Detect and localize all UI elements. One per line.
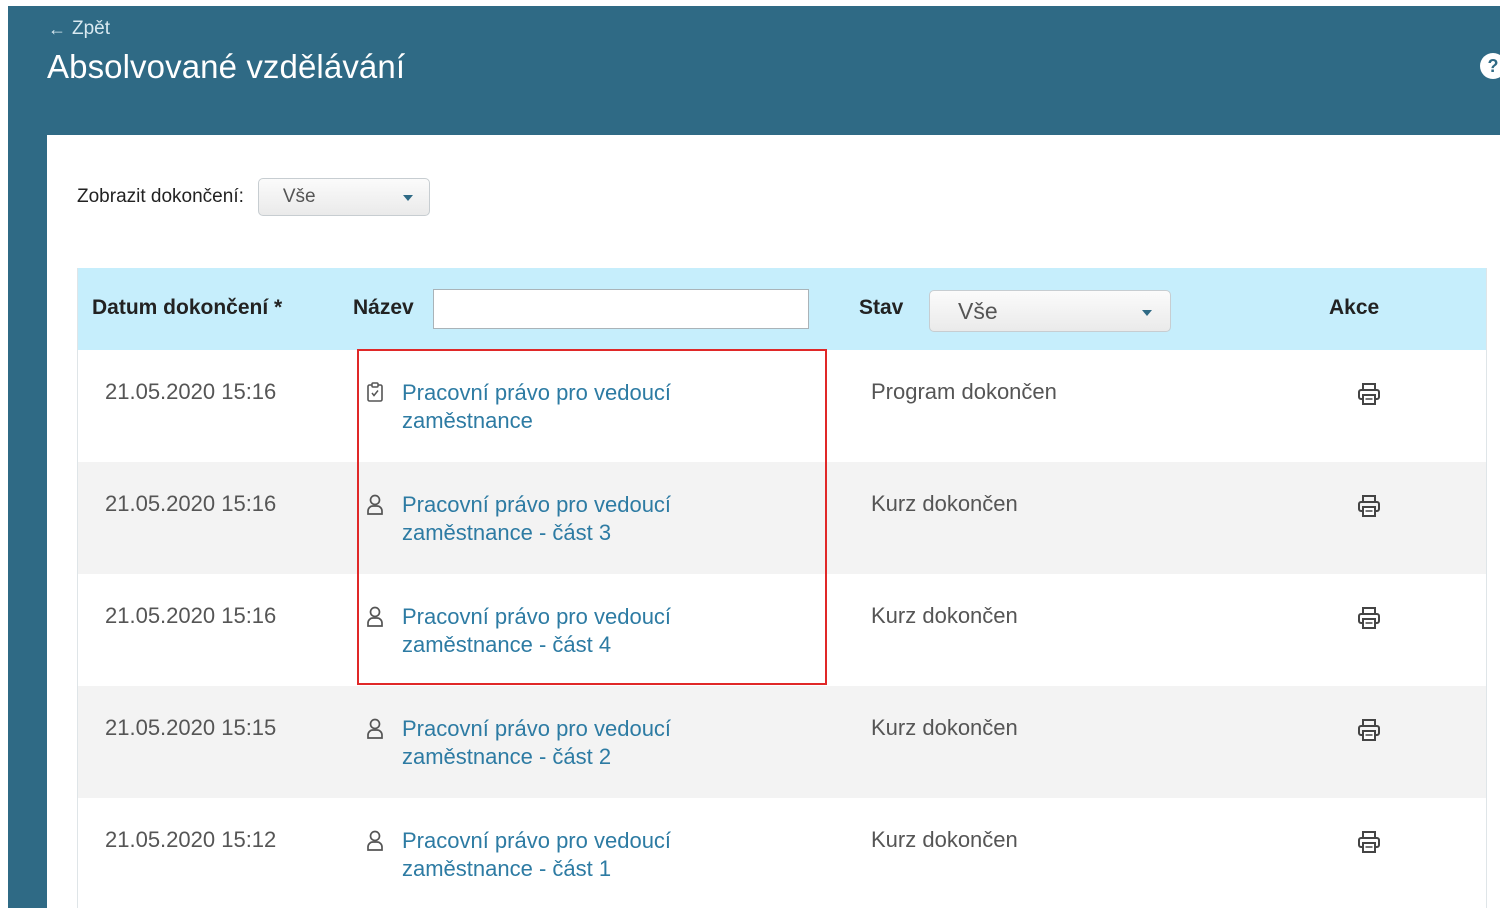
completion-date: 21.05.2020 15:15 — [105, 715, 277, 740]
course-name-link[interactable]: Pracovní právo pro vedoucí zaměstnance — [402, 379, 702, 435]
table-row: 21.05.2020 15:12 Pracovní právo pro vedo… — [78, 798, 1486, 908]
print-icon[interactable] — [1356, 493, 1382, 519]
clipboard-icon — [365, 380, 385, 404]
user-icon — [365, 604, 385, 628]
back-label: Zpět — [72, 18, 111, 39]
table-row: 21.05.2020 15:16 Pracovní právo pro vedo… — [78, 462, 1486, 574]
course-status: Kurz dokončen — [871, 491, 1018, 516]
user-icon — [365, 828, 385, 852]
name-filter-input[interactable] — [433, 289, 809, 329]
status-filter-select[interactable]: Vše — [929, 290, 1171, 332]
table-header: Datum dokončení * Název Stav Vše Akce — [78, 268, 1486, 350]
print-icon[interactable] — [1356, 717, 1382, 743]
completion-filter-label: Zobrazit dokončení: — [77, 186, 244, 207]
print-icon[interactable] — [1356, 605, 1382, 631]
completion-filter-select[interactable]: Vše — [257, 178, 430, 216]
completion-date: 21.05.2020 15:16 — [105, 379, 277, 404]
app-window: ← Zpět Absolvované vzdělávání ? Zobrazit… — [8, 6, 1500, 908]
user-icon — [365, 716, 385, 740]
user-icon — [365, 492, 385, 516]
completion-date: 21.05.2020 15:12 — [105, 827, 277, 852]
course-status: Kurz dokončen — [871, 603, 1018, 628]
course-name-link[interactable]: Pracovní právo pro vedoucí zaměstnance -… — [402, 491, 702, 547]
column-header-date[interactable]: Datum dokončení * — [92, 296, 282, 320]
table-row: 21.05.2020 15:15 Pracovní právo pro vedo… — [78, 686, 1486, 798]
completion-date: 21.05.2020 15:16 — [105, 491, 277, 516]
column-header-status: Stav — [859, 296, 904, 319]
page-title: Absolvované vzdělávání — [47, 48, 406, 85]
table-row: 21.05.2020 15:16 Pracovní právo pro vedo… — [78, 574, 1486, 686]
completion-date: 21.05.2020 15:16 — [105, 603, 277, 628]
course-name-link[interactable]: Pracovní právo pro vedoucí zaměstnance -… — [402, 715, 702, 771]
completion-filter: Zobrazit dokončení: Vše — [77, 178, 430, 216]
chevron-down-icon — [402, 195, 413, 201]
course-status: Kurz dokončen — [871, 715, 1018, 740]
print-icon[interactable] — [1356, 829, 1382, 855]
print-icon[interactable] — [1356, 381, 1382, 407]
back-link[interactable]: ← Zpět — [48, 18, 110, 40]
course-status: Kurz dokončen — [871, 827, 1018, 852]
content-panel: Zobrazit dokončení: Vše Datum dokončení … — [47, 135, 1500, 908]
column-header-name: Název — [353, 296, 414, 319]
column-header-actions: Akce — [1329, 296, 1380, 319]
table-row: 21.05.2020 15:16 Pracovní právo pro vedo… — [78, 350, 1486, 462]
course-name-link[interactable]: Pracovní právo pro vedoucí zaměstnance -… — [402, 603, 702, 659]
back-arrow-icon: ← — [48, 19, 66, 39]
completed-courses-table: Datum dokončení * Název Stav Vše Akce 21… — [77, 268, 1487, 908]
course-name-link[interactable]: Pracovní právo pro vedoucí zaměstnance -… — [402, 827, 702, 883]
help-icon[interactable]: ? — [1480, 53, 1500, 79]
chevron-down-icon — [1142, 310, 1152, 316]
status-filter-value: Vše — [958, 297, 998, 324]
completion-filter-value: Vše — [282, 186, 316, 207]
course-status: Program dokončen — [871, 379, 1057, 404]
